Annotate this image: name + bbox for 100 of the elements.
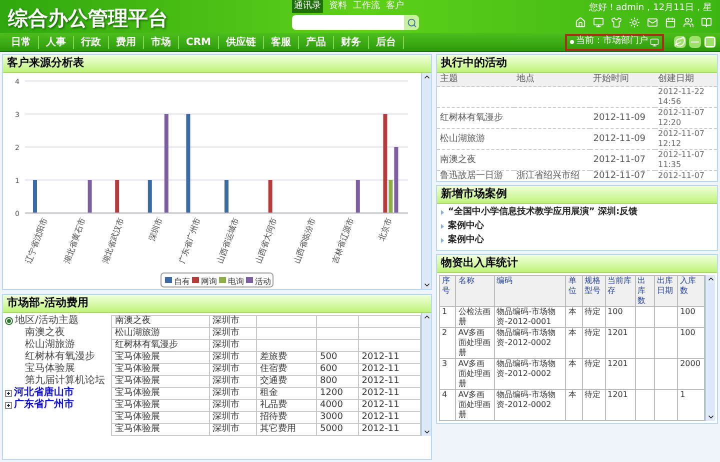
toolbar-icon[interactable] [611, 17, 622, 28]
table-cell: 100 [605, 306, 636, 328]
table-cell: 600 [316, 364, 358, 376]
toolbar-icon[interactable] [665, 17, 676, 28]
nav-item[interactable]: 产品 [299, 36, 334, 48]
table-cell [635, 390, 655, 420]
nav-item[interactable]: 日常 [4, 36, 39, 48]
toolbar-icon[interactable] [593, 17, 604, 28]
leaf-icon[interactable] [674, 36, 686, 48]
nav-item[interactable]: 财务 [334, 36, 369, 48]
chevron-bullet-icon [441, 210, 444, 214]
category-label: 辽宁省沈阳市 [24, 216, 50, 265]
table-cell: 交通费 [256, 376, 317, 388]
category-label: 吉林省辽源市 [330, 216, 356, 265]
table-cell [358, 328, 420, 340]
nav-item[interactable]: 市场 [144, 36, 179, 48]
case-link[interactable]: 案例中心 [448, 220, 484, 232]
table-cell [654, 328, 678, 358]
nav-item[interactable]: CRM [179, 36, 219, 48]
table-cell: 住宿费 [256, 364, 317, 376]
case-link[interactable]: 案例中心 [448, 234, 484, 246]
search-tab[interactable]: 客户 [386, 0, 404, 13]
table-cell: 物品编码-市场物资-2012-0001 [494, 306, 566, 328]
table-cell: 1 [440, 306, 456, 328]
expand-plus-icon[interactable] [5, 390, 12, 396]
nav-item[interactable]: 人事 [39, 36, 74, 48]
table-cell: 深圳市 [209, 364, 257, 376]
tree-item[interactable]: 广东省广州市 [14, 399, 74, 411]
scrollbar[interactable] [421, 73, 431, 289]
search-tab[interactable]: 通讯录 [292, 0, 323, 13]
table-cell: 2012-11 [358, 424, 420, 436]
table-cell: 待定 [582, 306, 606, 328]
toolbar-icon[interactable] [647, 17, 658, 28]
table-cell: 公检法画册 [456, 306, 494, 328]
scrollbar[interactable] [705, 275, 715, 421]
expand-plus-icon[interactable] [5, 402, 12, 408]
table-cell [316, 328, 358, 340]
toolbar-icon[interactable] [629, 17, 640, 28]
table-cell: 深圳市 [209, 412, 257, 424]
restore-icon[interactable] [704, 36, 716, 48]
greeting-text: 您好！admin，12月11日，星 [588, 2, 712, 14]
bar [224, 180, 228, 213]
tree-item[interactable]: 河北省唐山市 [14, 387, 74, 399]
table-cell: 本 [566, 358, 582, 390]
search-button[interactable] [404, 15, 419, 30]
panel-title: 执行中的活动 [437, 55, 717, 73]
table-cell: 2012-11 [358, 412, 420, 424]
table-cell: 宝马体验展 [112, 376, 210, 388]
scroll-down-icon[interactable] [422, 428, 430, 436]
chevron-bullet-icon [441, 224, 444, 228]
tree-item[interactable]: 南澳之夜 [25, 327, 65, 339]
table-cell [358, 316, 420, 328]
table-cell: 浙江省绍兴市绍 [514, 170, 590, 181]
nav-item[interactable]: 行政 [74, 36, 109, 48]
case-link[interactable]: “全国中小学信息技术教学应用展演” 深圳:反馈 [448, 206, 638, 218]
column-header: 名称 [456, 276, 494, 306]
scrollbar[interactable] [421, 313, 431, 436]
expanded-radio-icon[interactable] [5, 317, 13, 325]
table-cell [654, 306, 678, 328]
nav-item[interactable]: 费用 [109, 36, 144, 48]
tree-item[interactable]: 松山湖旅游 [25, 339, 75, 351]
scroll-up-icon[interactable] [422, 313, 430, 321]
table-cell [635, 328, 655, 358]
minimize-icon[interactable] [689, 36, 701, 48]
tree-item[interactable]: 红树林有氧漫步 [25, 351, 95, 363]
scroll-up-icon[interactable] [706, 275, 714, 283]
search-field[interactable] [292, 15, 404, 30]
scroll-down-icon[interactable] [706, 413, 714, 421]
category-label: 深圳市 [147, 216, 164, 242]
toolbar-icon[interactable] [701, 17, 712, 28]
tree-item[interactable]: 第九届计算机论坛 [25, 375, 105, 387]
column-header: 序号 [440, 276, 456, 306]
toolbar-icon[interactable] [683, 17, 694, 28]
search-tab[interactable]: 工作流 [353, 0, 380, 13]
current-portal[interactable]: 当前：市场部门户 [565, 34, 664, 50]
current-portal-text: 当前：市场部门户 [576, 35, 648, 48]
category-label: 湖北省黄石市 [62, 216, 88, 265]
table-cell: 2012-11-07 11:35 [655, 150, 717, 170]
table-cell: 5000 [316, 424, 358, 436]
table-cell: 宝马体验展 [112, 424, 210, 436]
nav-item[interactable]: 客服 [264, 36, 299, 48]
panel-title: 新增市场案例 [437, 186, 717, 204]
bar [356, 180, 360, 213]
scroll-down-icon[interactable] [422, 281, 430, 289]
table-cell: 宝马体验展 [112, 388, 210, 400]
table-cell: 深圳市 [209, 328, 257, 340]
scroll-up-icon[interactable] [422, 73, 430, 81]
nav-item[interactable]: 供应链 [219, 36, 264, 48]
table-cell: 深圳市 [209, 424, 257, 436]
table-cell [256, 328, 317, 340]
table-cell: 1201 [605, 328, 636, 358]
table-cell [316, 316, 358, 328]
tree-item[interactable]: 宝马体验展 [25, 363, 75, 375]
table-cell: 深圳市 [209, 316, 257, 328]
legend-label: 活动 [255, 277, 271, 286]
toolbar-icon[interactable] [575, 17, 586, 28]
search-tab[interactable]: 资料 [329, 0, 347, 13]
tree-item[interactable]: 地区/活动主题 [15, 315, 78, 327]
nav-item[interactable]: 后台 [369, 36, 404, 48]
table-cell [654, 358, 678, 390]
